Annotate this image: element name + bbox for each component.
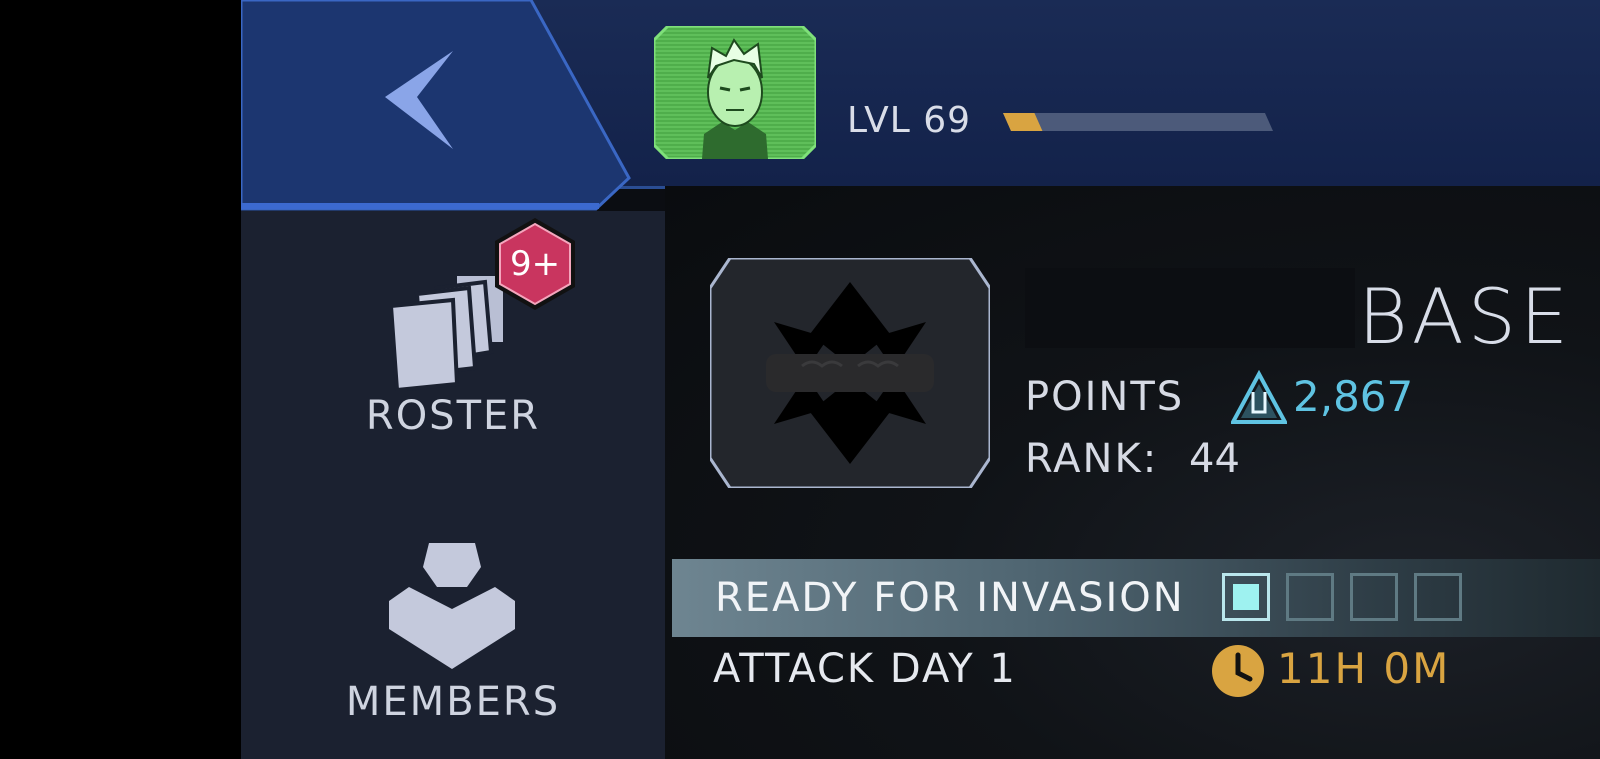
main-panel: BASE POINTS 2,867 RANK: 44 READY FOR INV… [665, 186, 1600, 759]
level-label: LVL 69 [847, 100, 972, 141]
sidebar-item-label: ROSTER [365, 393, 541, 439]
back-button[interactable] [381, 45, 471, 155]
rank-value: 44 [1189, 436, 1240, 482]
page-title: BASE [1357, 272, 1572, 361]
back-arrow-icon [385, 51, 453, 149]
redacted-name [1025, 268, 1355, 348]
notification-badge-count: 9+ [509, 244, 561, 284]
invasion-slot [1350, 573, 1398, 621]
invasion-slot [1286, 573, 1334, 621]
status-label: READY FOR INVASION [715, 575, 1185, 621]
sidebar-item-roster[interactable]: 9+ ROSTER [241, 211, 665, 451]
sidebar: 9+ ROSTER MEMBERS [241, 211, 665, 759]
xp-progress-bar [1003, 113, 1273, 131]
back-panel [241, 0, 641, 211]
countdown-timer: 11H 0M [1277, 644, 1451, 693]
members-icon [389, 543, 515, 669]
sidebar-item-members[interactable]: MEMBERS [241, 501, 665, 759]
attack-day-label: ATTACK DAY 1 [713, 646, 1017, 692]
points-triangle-icon [1231, 370, 1287, 424]
invasion-slot [1222, 573, 1270, 621]
sidebar-item-label: MEMBERS [345, 679, 561, 725]
invasion-status-bar: READY FOR INVASION [672, 559, 1600, 637]
clock-icon [1212, 645, 1264, 697]
points-label: POINTS [1025, 374, 1185, 420]
points-value: 2,867 [1293, 372, 1414, 421]
invasion-slot [1414, 573, 1462, 621]
rank-label: RANK: [1025, 436, 1159, 482]
alliance-emblem-icon[interactable] [710, 258, 990, 488]
player-avatar[interactable] [654, 26, 816, 159]
app-frame: LVL 69 9+ ROSTER MEMBERS BASE POINTS 2,8… [241, 0, 1600, 759]
